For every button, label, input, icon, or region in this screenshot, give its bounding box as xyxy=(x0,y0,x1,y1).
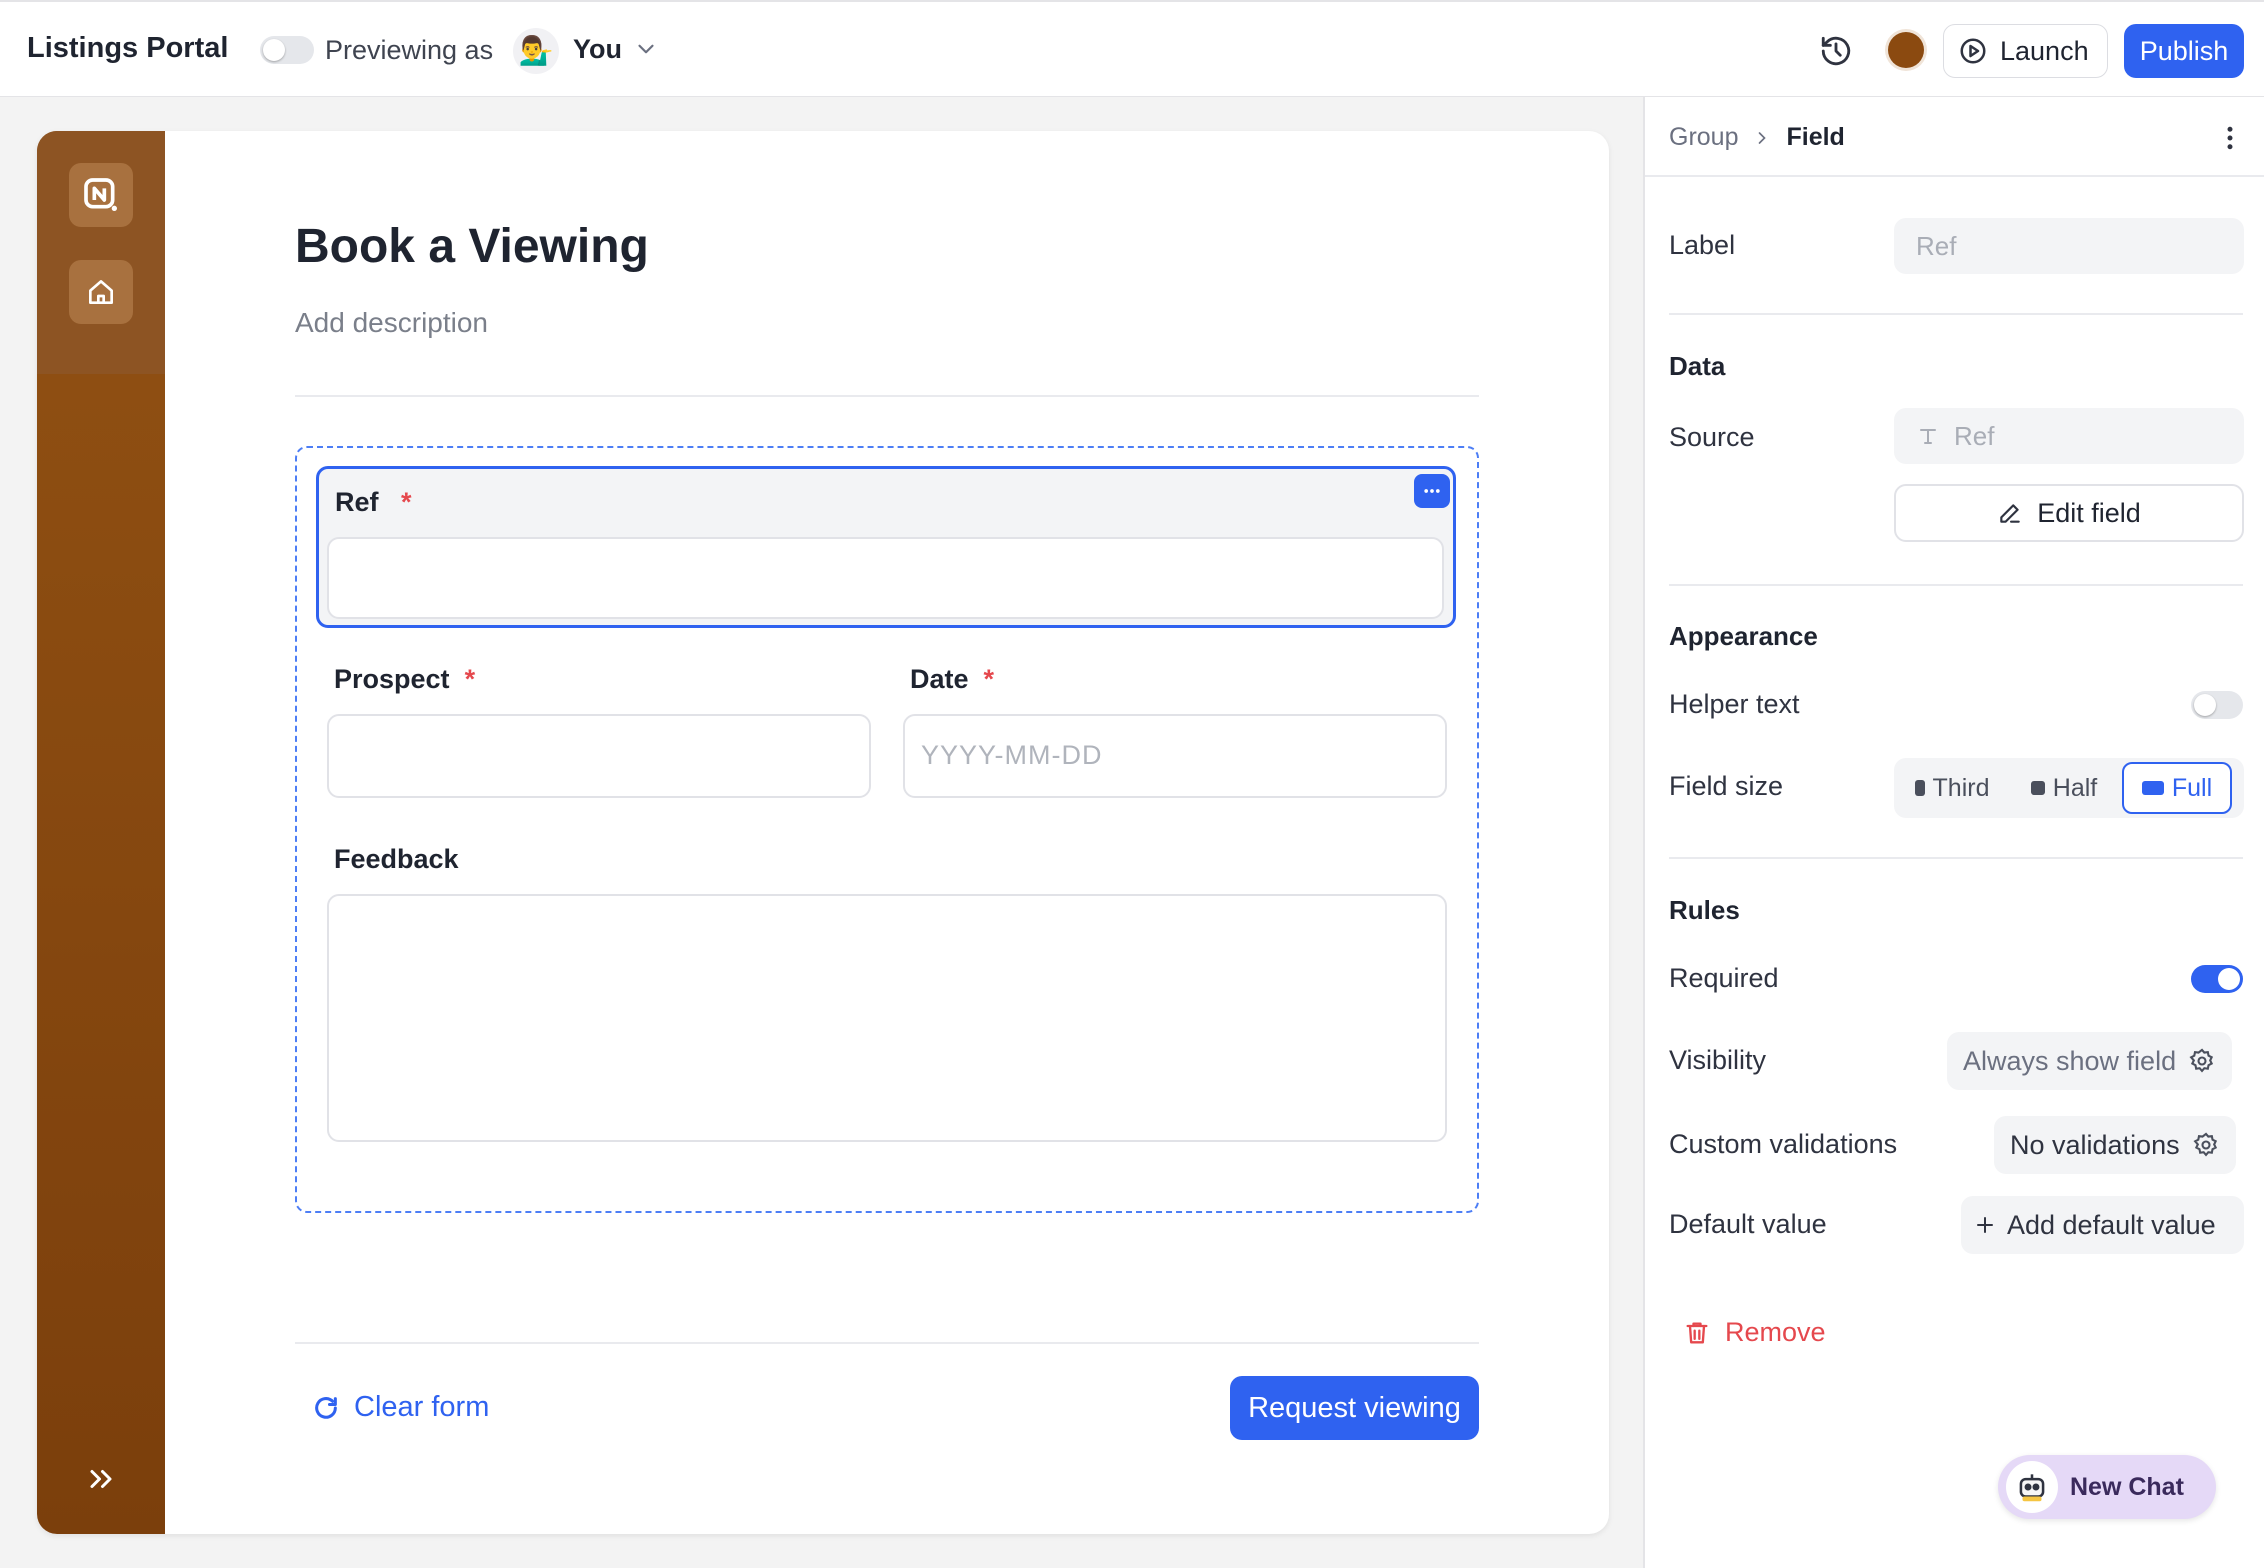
request-viewing-button[interactable]: Request viewing xyxy=(1230,1376,1479,1440)
custom-validations-value: No validations xyxy=(2010,1129,2180,1160)
publish-button[interactable]: Publish xyxy=(2124,24,2244,78)
user-name[interactable]: You xyxy=(573,34,622,65)
divider xyxy=(1645,175,2264,177)
home-icon xyxy=(89,280,113,304)
form-description[interactable]: Add description xyxy=(295,307,488,339)
data-section-title: Data xyxy=(1669,351,1726,381)
required-marker: * xyxy=(464,664,476,694)
source-label: Source xyxy=(1669,422,1755,452)
form-title[interactable]: Book a Viewing xyxy=(295,219,649,274)
chat-bot-avatar xyxy=(2006,1461,2058,1513)
prospect-label: Prospect * xyxy=(334,664,476,694)
gear-icon xyxy=(2193,1132,2217,1157)
add-default-value-button[interactable]: Add default value xyxy=(1961,1196,2244,1254)
helper-text-label: Helper text xyxy=(1669,689,1800,719)
text-type-icon xyxy=(1920,429,1936,444)
ref-label: Ref * xyxy=(335,487,412,517)
date-placeholder: YYYY-MM-DD xyxy=(921,740,1103,770)
label-input[interactable]: Ref xyxy=(1894,218,2244,274)
required-marker: * xyxy=(401,487,412,517)
size-option-half[interactable]: Half xyxy=(2010,762,2118,814)
field-options-button[interactable] xyxy=(1414,474,1450,508)
field-properties-panel: Group Field Label Ref Data Source Ref Ed… xyxy=(1643,97,2264,1568)
ref-input[interactable] xyxy=(327,537,1444,619)
default-value-label: Default value xyxy=(1669,1209,1827,1239)
rules-section-title: Rules xyxy=(1669,895,1740,925)
field-size-selector: Third Half Full xyxy=(1894,758,2244,818)
new-chat-button[interactable]: New Chat xyxy=(1998,1455,2216,1519)
remove-field-button[interactable]: Remove xyxy=(1683,1317,1826,1348)
refresh-icon xyxy=(315,1396,337,1419)
third-size-swatch xyxy=(1914,780,1925,796)
chevron-down-icon[interactable] xyxy=(633,36,659,62)
helper-text-toggle[interactable] xyxy=(2191,691,2243,719)
gear-icon xyxy=(2189,1048,2214,1073)
size-half-label: Half xyxy=(2052,773,2098,802)
appearance-section-title: Appearance xyxy=(1669,621,1818,651)
required-toggle[interactable] xyxy=(2191,965,2243,993)
chevron-right-icon xyxy=(1759,131,1767,144)
clear-form-label: Clear form xyxy=(354,1391,490,1423)
preview-toggle[interactable] xyxy=(260,36,314,64)
label-property-label: Label xyxy=(1669,230,1736,260)
top-bar: Listings Portal Previewing as 💁‍♂️ You L… xyxy=(0,0,2264,97)
feedback-label: Feedback xyxy=(334,844,459,874)
theme-color-swatch[interactable] xyxy=(1888,32,1924,68)
add-default-value-label: Add default value xyxy=(2007,1209,2216,1240)
pencil-icon xyxy=(2000,504,2020,523)
user-avatar[interactable]: 💁‍♂️ xyxy=(513,28,559,74)
new-chat-label: New Chat xyxy=(2070,1472,2184,1501)
divider xyxy=(1669,313,2243,315)
required-marker: * xyxy=(983,664,995,694)
robot-icon xyxy=(2019,1474,2045,1502)
source-input: Ref xyxy=(1894,408,2244,464)
size-third-label: Third xyxy=(1932,773,1990,802)
custom-validations-label: Custom validations xyxy=(1669,1129,1898,1159)
visibility-label: Visibility xyxy=(1669,1045,1767,1075)
date-label: Date * xyxy=(910,664,995,694)
ref-field-selected[interactable]: Ref * xyxy=(316,466,1456,628)
feedback-textarea[interactable] xyxy=(327,894,1447,1142)
size-full-label: Full xyxy=(2171,773,2213,802)
size-option-full[interactable]: Full xyxy=(2122,762,2232,814)
visibility-button[interactable]: Always show field xyxy=(1947,1032,2233,1090)
clear-form-button[interactable]: Clear form xyxy=(312,1391,489,1424)
visibility-value: Always show field xyxy=(1963,1045,2177,1076)
history-icon[interactable] xyxy=(1819,34,1853,68)
breadcrumb: Group Field xyxy=(1669,123,1845,152)
app-logo[interactable] xyxy=(69,163,133,227)
edit-field-button[interactable]: Edit field xyxy=(1894,484,2244,542)
app-title: Listings Portal xyxy=(27,32,229,64)
remove-label: Remove xyxy=(1725,1317,1826,1347)
edit-field-label: Edit field xyxy=(2037,497,2141,528)
logo-icon xyxy=(84,178,117,211)
required-label: Required xyxy=(1669,963,1779,993)
field-size-label: Field size xyxy=(1669,771,1784,801)
launch-button[interactable]: Launch xyxy=(1943,24,2108,78)
source-value: Ref xyxy=(1954,420,1995,451)
launch-label: Launch xyxy=(2000,35,2089,66)
home-nav-button[interactable] xyxy=(69,260,133,324)
half-size-swatch xyxy=(2030,781,2045,795)
date-input[interactable]: YYYY-MM-DD xyxy=(903,714,1447,798)
play-circle-icon xyxy=(1960,38,1986,64)
full-size-swatch xyxy=(2141,781,2164,795)
label-input-value: Ref xyxy=(1916,230,1957,261)
custom-validations-button[interactable]: No validations xyxy=(1994,1116,2236,1174)
divider xyxy=(295,1342,1479,1344)
breadcrumb-field: Field xyxy=(1786,123,1845,151)
plus-icon xyxy=(1977,1217,1993,1233)
more-vertical-icon[interactable] xyxy=(2215,123,2245,153)
trash-icon xyxy=(1686,1322,1708,1343)
breadcrumb-group[interactable]: Group xyxy=(1669,123,1738,152)
divider xyxy=(1669,857,2243,859)
size-option-third[interactable]: Third xyxy=(1898,762,2006,814)
preview-label: Previewing as xyxy=(325,35,494,65)
prospect-input[interactable] xyxy=(327,714,871,798)
divider xyxy=(295,395,1479,397)
divider xyxy=(1669,584,2243,586)
app-sidebar-rail xyxy=(37,131,165,1534)
expand-sidebar-icon[interactable] xyxy=(83,1461,119,1497)
more-horizontal-icon xyxy=(1424,489,1440,493)
